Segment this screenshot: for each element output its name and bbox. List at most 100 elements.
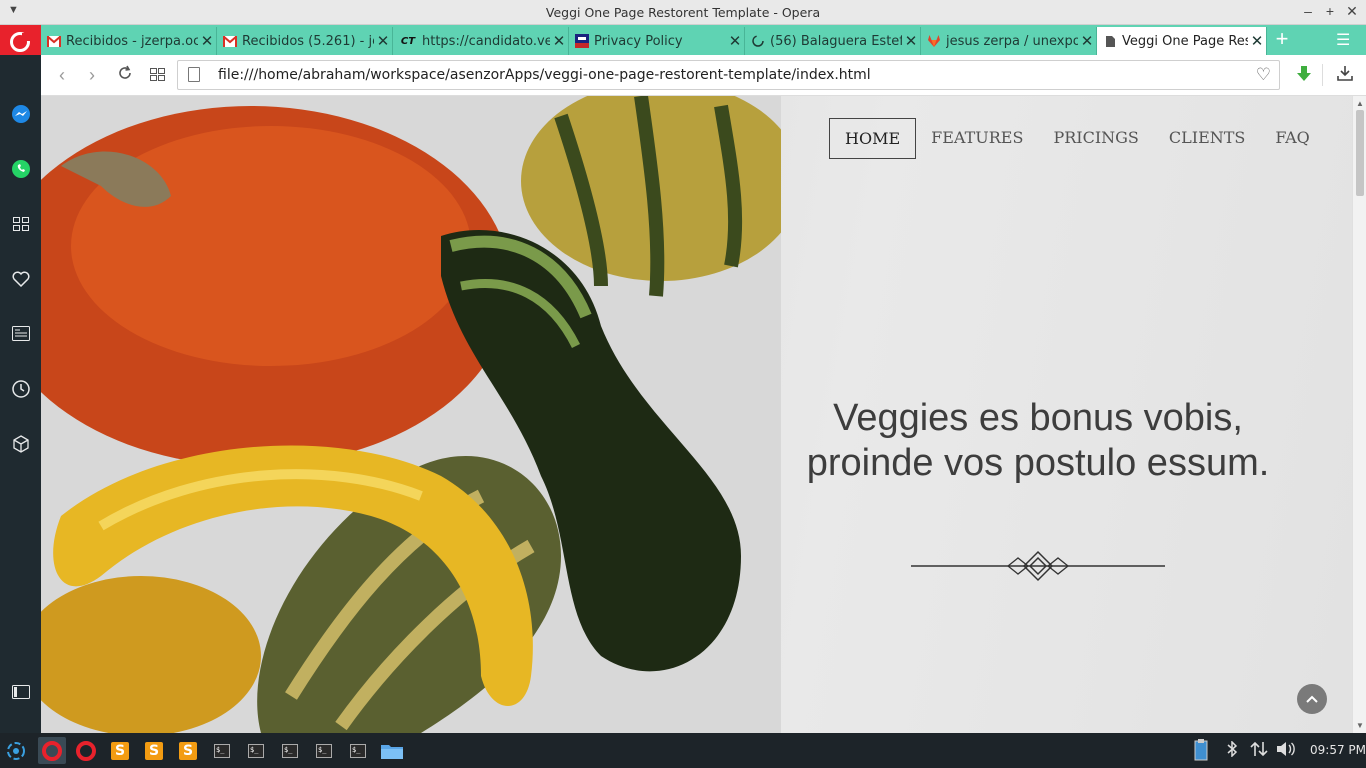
minimize-button[interactable]: – (1300, 3, 1316, 19)
url-text[interactable]: file:///home/abraham/workspace/asenzorAp… (218, 67, 871, 83)
clock[interactable]: 09:57 PM (1310, 743, 1366, 757)
sublime-icon: S (179, 741, 197, 760)
taskbar-terminal-3[interactable]: $_ (276, 737, 304, 764)
sublime-icon: S (145, 741, 163, 760)
page-scrollbar[interactable]: ▲ ▼ (1352, 96, 1366, 733)
folder-icon (381, 744, 403, 759)
site-nav-menu: HOME FEATURES PRICINGS CLIENTS FAQ (829, 118, 1325, 159)
network-icon[interactable] (1250, 741, 1268, 760)
tab-label: Recibidos (5.261) - je (242, 33, 374, 49)
news-icon[interactable] (10, 323, 31, 344)
tab-veggi-active[interactable]: Veggi One Page Rest ✕ (1097, 27, 1267, 55)
ct-icon: CT (400, 35, 416, 47)
tab-menu-icon[interactable]: ☰ (1336, 30, 1350, 50)
extensions-cube-icon[interactable] (10, 433, 31, 454)
taskbar-opera-active[interactable] (38, 737, 66, 764)
tab-grid-icon[interactable] (146, 64, 168, 86)
opera-icon (42, 740, 62, 761)
address-bar: ‹ › file:///home/abraham/workspace/asenz… (41, 55, 1366, 96)
close-tab-icon[interactable]: ✕ (1248, 32, 1266, 50)
menu-home[interactable]: HOME (829, 118, 917, 159)
system-taskbar: S S S $_ $_ $_ $_ $_ 09:57 PM (0, 733, 1366, 768)
toolbar-divider (1322, 64, 1323, 86)
scroll-to-top-button[interactable] (1297, 684, 1327, 714)
downloads-icon[interactable] (1336, 64, 1354, 87)
tab-gmail-1[interactable]: Recibidos - jzerpa.oc ✕ (41, 27, 217, 55)
taskbar-sublime-2[interactable]: S (140, 737, 168, 764)
opera-icon (76, 740, 96, 761)
opera-sidebar (0, 55, 41, 733)
close-tab-icon[interactable]: ✕ (550, 32, 568, 50)
menu-pricings[interactable]: PRICINGS (1038, 118, 1153, 159)
bookmark-heart-icon[interactable]: ♡ (1256, 65, 1271, 85)
tab-label: jesus zerpa / unexpo (946, 33, 1078, 49)
terminal-icon: $_ (248, 743, 264, 758)
app-launcher-icon[interactable] (2, 737, 30, 764)
tab-label: Privacy Policy (594, 33, 683, 49)
bluetooth-icon[interactable] (1226, 740, 1238, 760)
terminal-icon: $_ (316, 743, 332, 758)
clipboard-tray-icon[interactable] (1193, 738, 1209, 765)
taskbar-sublime-3[interactable]: S (174, 737, 202, 764)
bookmarks-heart-icon[interactable] (10, 268, 31, 289)
tab-strip: Recibidos - jzerpa.oc ✕ Recibidos (5.261… (0, 25, 1366, 55)
flag-icon (575, 34, 589, 48)
menu-faq[interactable]: FAQ (1260, 118, 1324, 159)
whatsapp-icon[interactable] (10, 158, 31, 179)
scroll-down-arrow-icon[interactable]: ▼ (1356, 721, 1364, 730)
gmail-icon (223, 34, 237, 48)
close-tab-icon[interactable]: ✕ (374, 32, 392, 50)
close-tab-icon[interactable]: ✕ (1078, 32, 1096, 50)
sidebar-toggle-icon[interactable] (10, 681, 31, 702)
tab-balaguera[interactable]: (56) Balaguera Estef ✕ (745, 27, 921, 55)
menu-clients[interactable]: CLIENTS (1154, 118, 1261, 159)
reload-icon[interactable] (114, 64, 136, 86)
close-tab-icon[interactable]: ✕ (902, 32, 920, 50)
tab-candidato[interactable]: CT https://candidato.ve ✕ (393, 27, 569, 55)
loading-icon (751, 34, 765, 48)
close-tab-icon[interactable]: ✕ (726, 32, 744, 50)
taskbar-terminal-5[interactable]: $_ (344, 737, 372, 764)
tab-label: Recibidos - jzerpa.oc (66, 33, 198, 49)
hero-heading: Veggies es bonus vobis, proinde vos post… (806, 397, 1270, 484)
speed-dial-icon[interactable] (10, 213, 31, 234)
page-info-icon[interactable] (188, 67, 200, 82)
volume-icon[interactable] (1276, 741, 1296, 760)
scroll-up-arrow-icon[interactable]: ▲ (1356, 99, 1364, 108)
terminal-icon: $_ (282, 743, 298, 758)
new-tab-button[interactable]: + (1270, 28, 1294, 52)
history-clock-icon[interactable] (10, 378, 31, 399)
taskbar-terminal-2[interactable]: $_ (242, 737, 270, 764)
tab-label: Veggi One Page Rest (1122, 33, 1248, 49)
tab-gmail-2[interactable]: Recibidos (5.261) - je ✕ (217, 27, 393, 55)
sublime-icon: S (111, 741, 129, 760)
menu-features[interactable]: FEATURES (916, 118, 1038, 159)
taskbar-opera[interactable] (72, 737, 100, 764)
ornamental-divider (911, 550, 1165, 582)
tab-label: (56) Balaguera Estef (770, 33, 902, 49)
taskbar-sublime-1[interactable]: S (106, 737, 134, 764)
tab-gitlab[interactable]: jesus zerpa / unexpo ✕ (921, 27, 1097, 55)
close-window-button[interactable]: ✕ (1344, 3, 1360, 20)
taskbar-file-manager[interactable] (378, 737, 406, 764)
gmail-icon (47, 34, 61, 48)
scrollbar-thumb[interactable] (1356, 110, 1364, 196)
terminal-icon: $_ (214, 743, 230, 758)
page-icon (1103, 34, 1117, 48)
forward-button[interactable]: › (81, 64, 103, 86)
opera-logo-icon (10, 32, 30, 52)
window-titlebar: ▼ Veggi One Page Restorent Template - Op… (0, 0, 1366, 25)
maximize-button[interactable]: + (1322, 3, 1338, 19)
vegetables-hero-image (41, 96, 781, 733)
tab-privacy-policy[interactable]: Privacy Policy ✕ (569, 27, 745, 55)
taskbar-terminal-1[interactable]: $_ (208, 737, 236, 764)
gitlab-icon (927, 34, 941, 48)
terminal-icon: $_ (350, 743, 366, 758)
close-tab-icon[interactable]: ✕ (198, 32, 216, 50)
url-field[interactable]: file:///home/abraham/workspace/asenzorAp… (177, 60, 1280, 90)
taskbar-terminal-4[interactable]: $_ (310, 737, 338, 764)
page-viewport: HOME FEATURES PRICINGS CLIENTS FAQ Veggi… (41, 96, 1352, 733)
download-extension-icon[interactable] (1294, 64, 1314, 84)
back-button[interactable]: ‹ (51, 64, 73, 86)
messenger-icon[interactable] (10, 103, 31, 124)
